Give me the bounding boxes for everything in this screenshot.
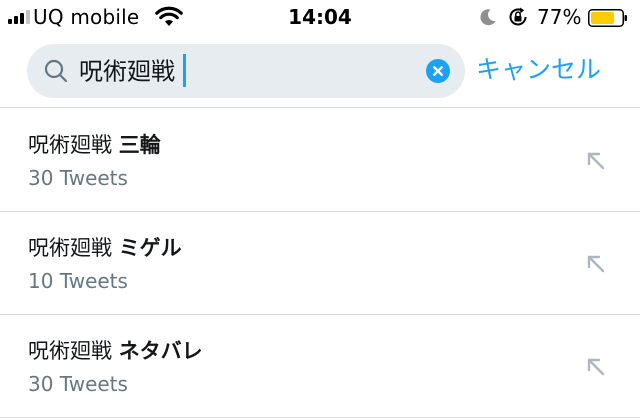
close-icon [433,66,443,76]
suggestion-title: 呪術廻戦 ミゲル [28,234,182,262]
search-suggestion-list: 呪術廻戦 三輪 30 Tweets 呪術廻戦 ミゲル 10 Tweets 呪術廻… [0,109,640,418]
suggestion-term: 三輪 [118,133,161,157]
search-suggestion-item[interactable]: 呪術廻戦 ミゲル 10 Tweets [0,212,640,315]
search-icon [44,59,68,83]
suggestion-term: ネタバレ [118,339,203,363]
suggestion-title: 呪術廻戦 ネタバレ [28,337,203,365]
do-not-disturb-moon-icon [480,9,496,26]
status-bar: UQ mobile 14:04 77% [0,0,640,36]
battery-icon [588,9,627,27]
fill-query-arrow-icon[interactable] [584,252,608,276]
suggestion-tweet-count: 30 Tweets [28,166,128,190]
search-suggestion-item[interactable]: 呪術廻戦 ネタバレ 30 Tweets [0,315,640,418]
suggestion-query: 呪術廻戦 [28,339,112,363]
text-caret [183,54,186,87]
suggestion-title: 呪術廻戦 三輪 [28,131,161,159]
search-input[interactable]: 呪術廻戦 [27,44,465,98]
fill-query-arrow-icon[interactable] [584,149,608,173]
suggestion-query: 呪術廻戦 [28,236,112,260]
suggestion-tweet-count: 30 Tweets [28,372,128,396]
search-suggestion-item[interactable]: 呪術廻戦 三輪 30 Tweets [0,109,640,212]
suggestion-term: ミゲル [118,236,182,260]
suggestion-query: 呪術廻戦 [28,133,112,157]
clear-search-button[interactable] [426,59,450,83]
search-query-value: 呪術廻戦 [79,57,175,86]
rotation-lock-icon [509,7,527,26]
battery-percentage: 77% [537,5,582,29]
fill-query-arrow-icon[interactable] [584,355,608,379]
search-header: 呪術廻戦 キャンセル [0,36,640,108]
suggestion-tweet-count: 10 Tweets [28,269,128,293]
cancel-button[interactable]: キャンセル [476,52,601,88]
search-query-text: 呪術廻戦 [79,54,186,89]
